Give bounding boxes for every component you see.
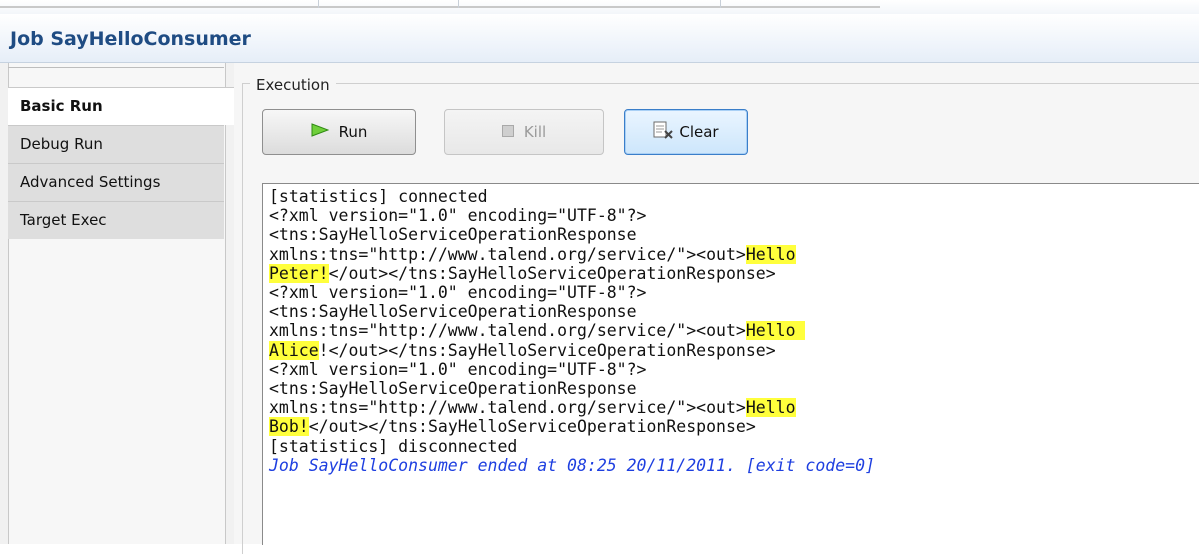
search-highlight: Hello [745,398,796,418]
divider [318,0,459,8]
kill-button[interactable]: Kill [444,109,604,155]
job-status-line: Job SayHelloConsumer ended at 08:25 20/1… [269,455,875,475]
divider [0,0,319,8]
console-line: [statistics] connected [269,187,488,206]
view-title: Job SayHelloConsumer [10,28,251,50]
console-line: <tns:SayHelloServiceOperationResponse [269,379,637,399]
console-line: </out></tns:SayHelloServiceOperationResp… [328,263,776,283]
run-button[interactable]: Run [262,109,416,155]
tab-advanced-settings[interactable]: Advanced Settings [8,163,224,201]
search-highlight: Hello [745,244,796,264]
execution-group-label: Execution [250,76,336,94]
console-line: <?xml version="1.0" encoding="UTF-8"?> [269,283,647,303]
divider [8,67,224,68]
console-line: !</out></tns:SayHelloServiceOperationRes… [318,340,776,360]
search-highlight: Alice [269,340,319,360]
console-output[interactable]: [statistics] connected <?xml version="1.… [262,183,1199,545]
divider [458,0,721,8]
console-text: [statistics] connected <?xml version="1.… [263,184,1199,475]
tab-basic-run[interactable]: Basic Run [8,87,234,125]
execution-panel: Execution Run Kill Clear [statistics] co… [234,63,1199,554]
stop-icon [501,123,514,141]
run-tabs: Basic Run Debug Run Advanced Settings Ta… [0,63,234,544]
clear-console-icon [653,121,674,143]
search-highlight: Peter! [269,263,329,283]
play-icon [311,123,330,141]
search-highlight: Hello [745,321,806,341]
console-line: xmlns:tns="http://www.talend.org/service… [269,244,746,264]
console-line: <tns:SayHelloServiceOperationResponse [269,225,637,245]
kill-button-label: Kill [523,123,547,141]
run-button-label: Run [338,123,368,141]
clear-button-label: Clear [679,123,719,141]
console-line: xmlns:tns="http://www.talend.org/service… [269,398,746,418]
tab-debug-run[interactable]: Debug Run [8,125,224,163]
console-line: <tns:SayHelloServiceOperationResponse [269,302,637,322]
console-line: <?xml version="1.0" encoding="UTF-8"?> [269,359,647,379]
console-line: </out></tns:SayHelloServiceOperationResp… [308,417,756,437]
top-strip [0,0,1199,14]
search-highlight: Bob! [269,417,309,437]
tab-target-exec[interactable]: Target Exec [8,201,224,239]
clear-button[interactable]: Clear [624,109,748,155]
console-line: [statistics] disconnected [269,436,518,456]
console-line: <?xml version="1.0" encoding="UTF-8"?> [269,206,647,226]
console-line: xmlns:tns="http://www.talend.org/service… [269,321,746,341]
view-header: Job SayHelloConsumer [0,14,1199,63]
